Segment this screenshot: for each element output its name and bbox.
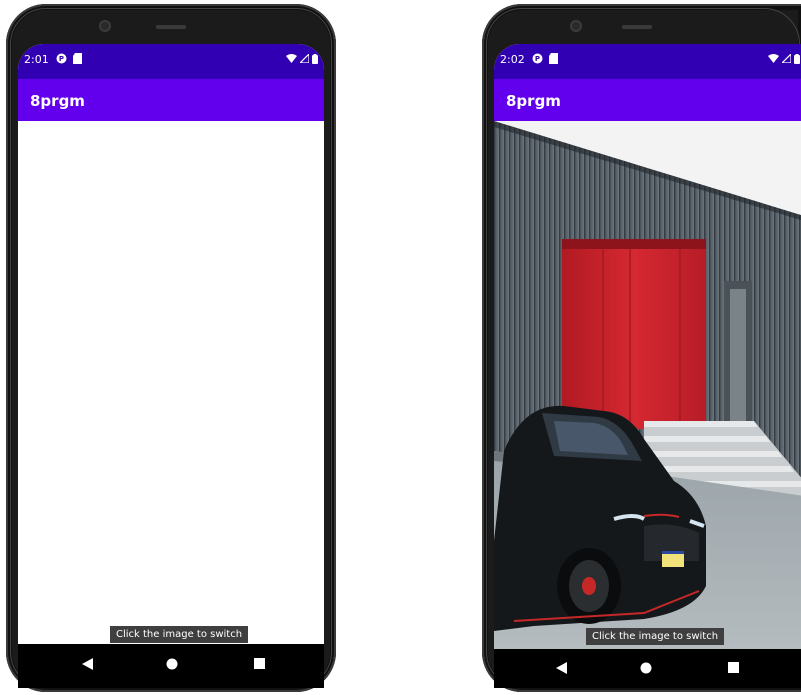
back-icon[interactable] xyxy=(556,662,567,674)
svg-text:P: P xyxy=(535,55,540,63)
screen: 2:01 P 8prgm Click the image to switch xyxy=(18,44,324,688)
recents-icon[interactable] xyxy=(254,658,265,669)
status-time: 2:02 xyxy=(500,53,525,66)
app-title: 8prgm xyxy=(506,92,561,110)
wifi-icon xyxy=(286,54,297,63)
battery-icon xyxy=(794,54,800,64)
sd-card-icon xyxy=(549,53,558,64)
recents-icon[interactable] xyxy=(728,662,739,673)
screen: 2:02 P 8prgm Click the image to switch xyxy=(494,44,801,688)
navigation-bar xyxy=(494,649,801,688)
home-icon[interactable] xyxy=(166,658,178,670)
car-photo xyxy=(494,121,801,649)
toast-message: Click the image to switch xyxy=(586,628,725,645)
wifi-icon xyxy=(768,54,779,63)
notification-p-icon: P xyxy=(532,53,543,64)
phone-right: 2:02 P 8prgm Click the image to switch xyxy=(482,4,801,692)
signal-icon xyxy=(300,54,309,63)
signal-icon xyxy=(782,54,791,63)
front-camera-icon xyxy=(570,20,582,32)
phone-left: 2:01 P 8prgm Click the image to switch xyxy=(6,4,336,692)
app-bar: 8prgm xyxy=(18,79,324,121)
home-icon[interactable] xyxy=(640,662,652,674)
navigation-bar xyxy=(18,644,324,688)
image-view[interactable]: Click the image to switch xyxy=(18,121,324,644)
svg-text:P: P xyxy=(59,55,64,63)
back-icon[interactable] xyxy=(82,658,93,670)
app-bar: 8prgm xyxy=(494,79,801,121)
status-time: 2:01 xyxy=(24,53,49,66)
app-title: 8prgm xyxy=(30,92,85,110)
status-bar: 2:01 P xyxy=(18,44,324,79)
speaker-grille xyxy=(156,25,186,29)
notification-p-icon: P xyxy=(56,53,67,64)
battery-icon xyxy=(312,54,318,64)
front-camera-icon xyxy=(99,20,111,32)
sd-card-icon xyxy=(73,53,82,64)
status-bar: 2:02 P xyxy=(494,44,801,79)
speaker-grille xyxy=(622,25,652,29)
toast-message: Click the image to switch xyxy=(110,626,249,643)
image-view[interactable]: Click the image to switch xyxy=(494,121,801,649)
